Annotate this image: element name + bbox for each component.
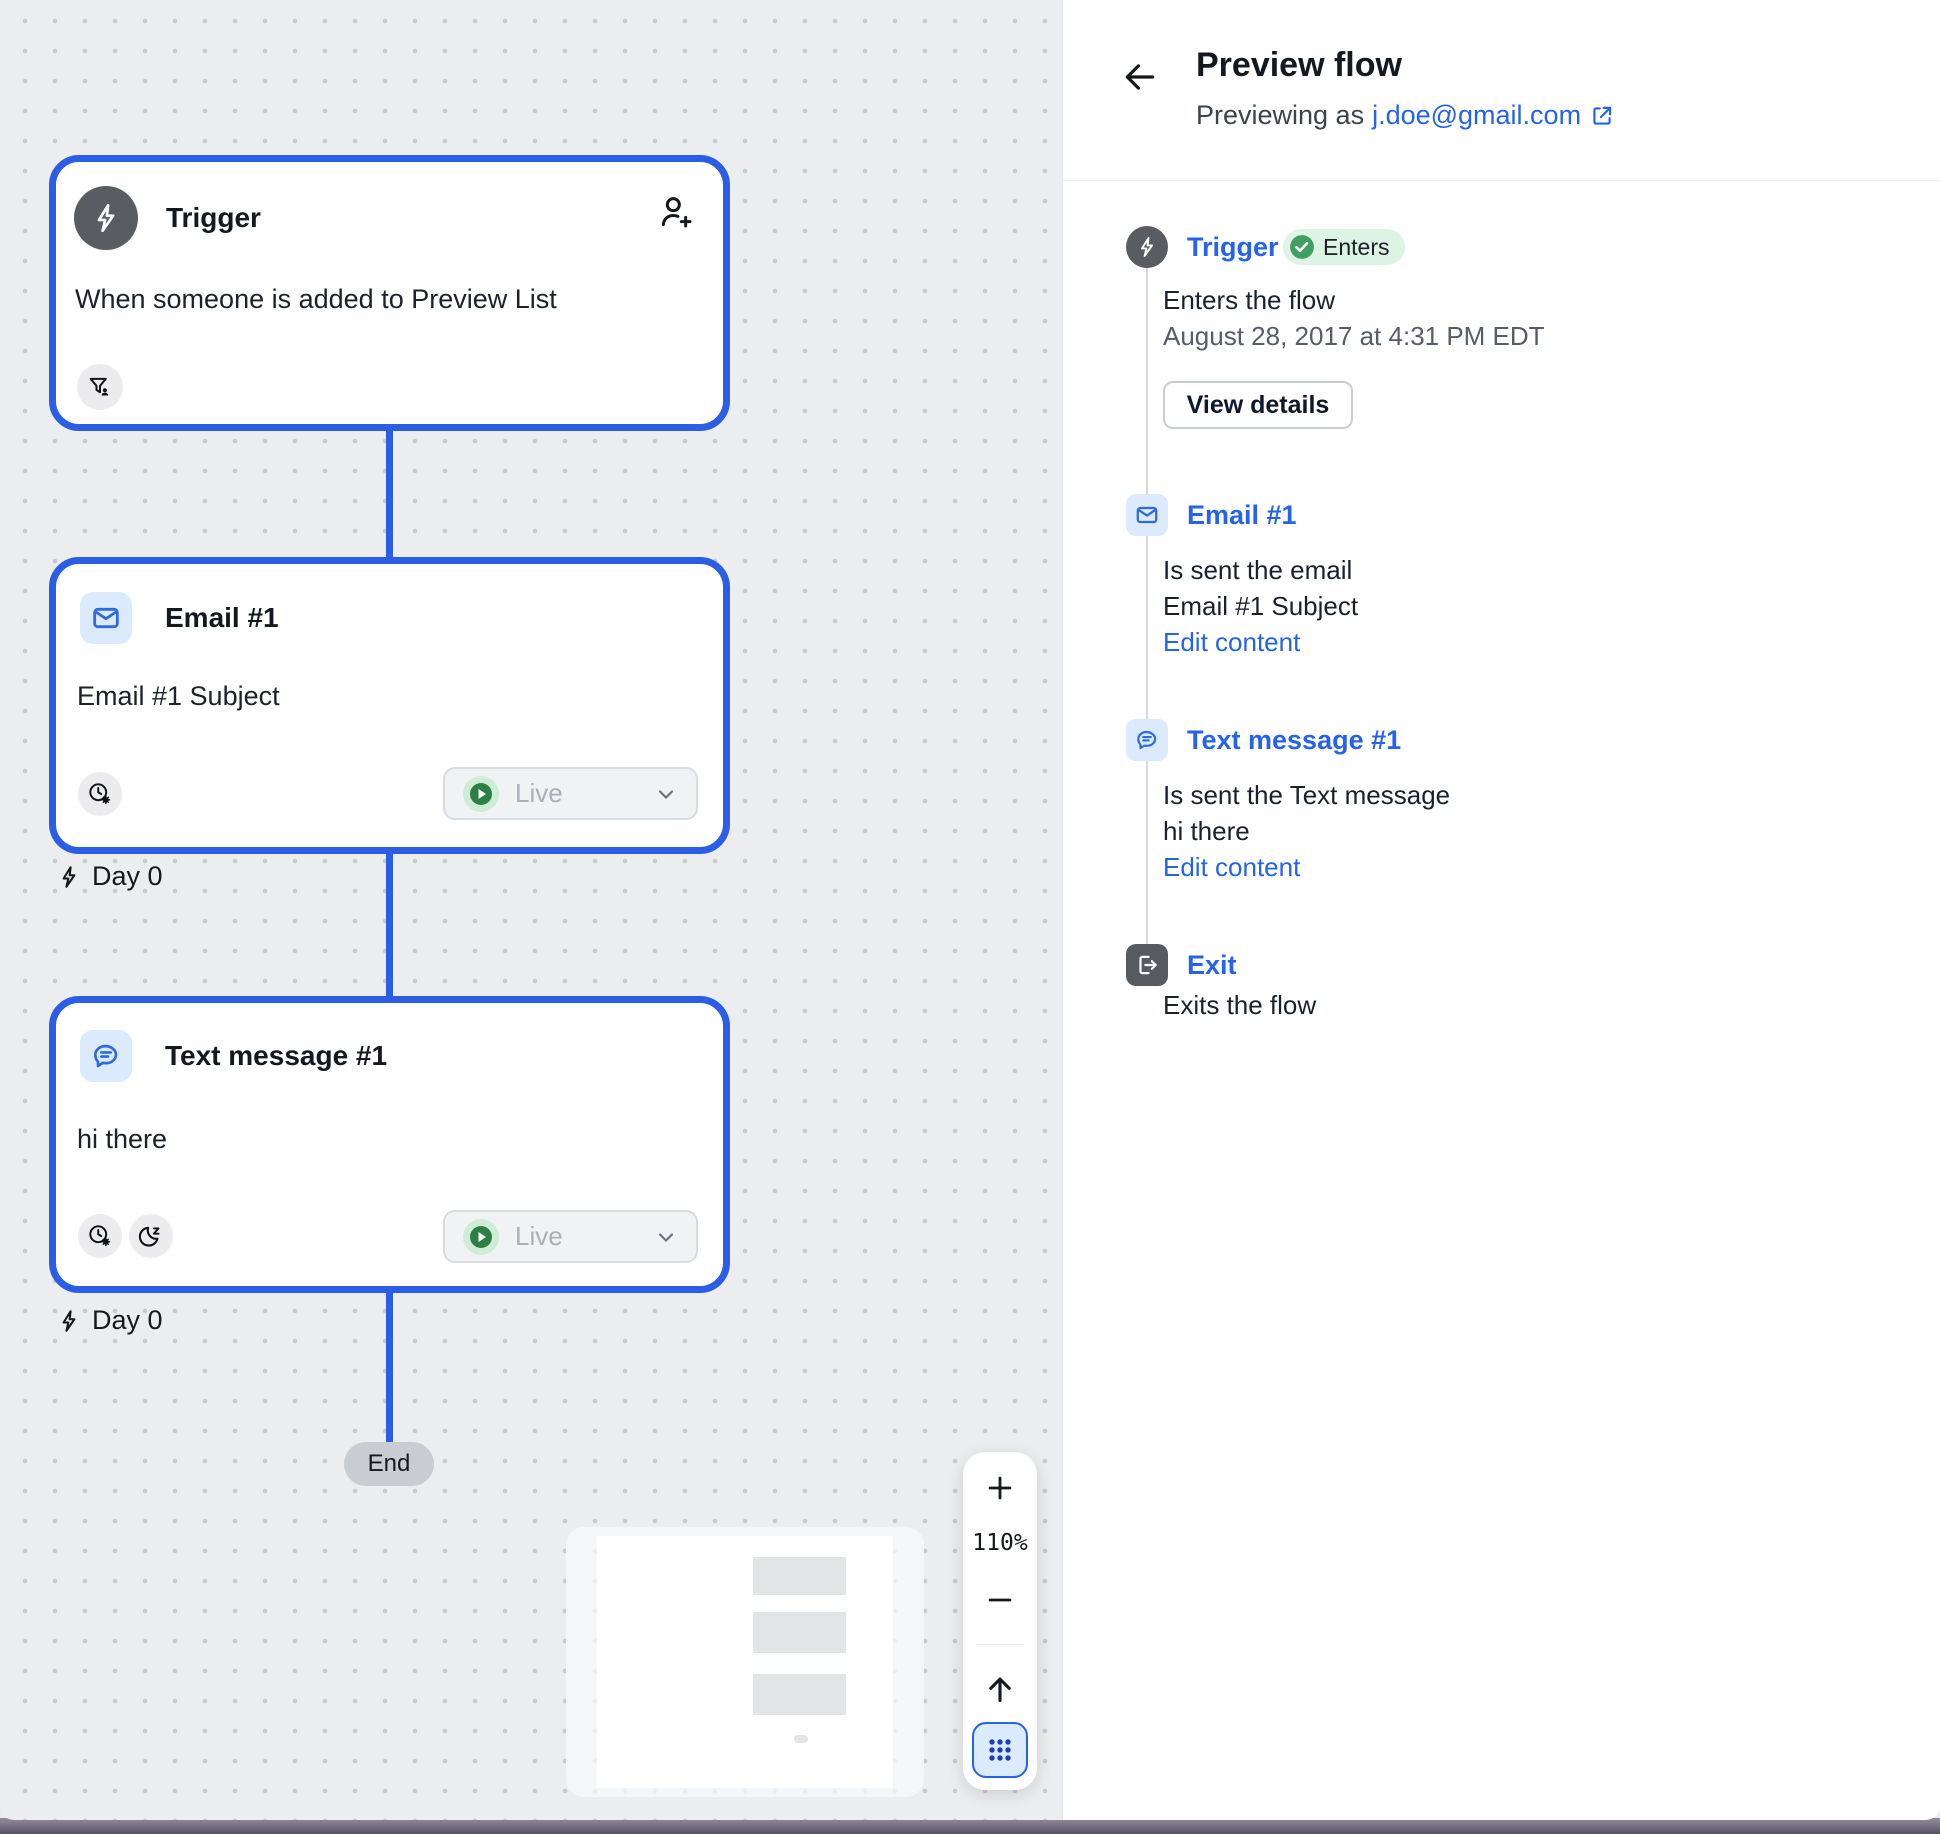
sms-message-text: hi there xyxy=(1163,816,1250,847)
envelope-icon xyxy=(1126,494,1168,536)
trigger-node-title: Trigger xyxy=(166,186,261,250)
zoom-in-button[interactable] xyxy=(963,1466,1037,1510)
email-status-dropdown[interactable]: Live xyxy=(443,767,698,820)
chevron-down-icon xyxy=(654,782,678,806)
connector-email-sms xyxy=(386,850,393,1000)
moon-z-icon xyxy=(129,1214,173,1258)
trigger-event-text: Enters the flow xyxy=(1163,285,1335,316)
person-plus-icon[interactable] xyxy=(655,192,695,237)
timeline-connector-line xyxy=(1146,268,1148,946)
timeline-trigger-title[interactable]: Trigger xyxy=(1187,232,1279,263)
minimap-node xyxy=(753,1674,846,1715)
canvas-minimap[interactable] xyxy=(566,1527,924,1797)
email-status-label: Live xyxy=(515,778,638,809)
minus-icon xyxy=(983,1583,1017,1617)
lightning-bolt-icon xyxy=(74,186,138,250)
zoom-toolbar: 110% xyxy=(963,1452,1037,1790)
back-button[interactable] xyxy=(1121,58,1159,101)
enters-badge-label: Enters xyxy=(1323,234,1389,261)
sms-status-dropdown[interactable]: Live xyxy=(443,1210,698,1263)
toolbar-divider xyxy=(977,1644,1023,1645)
clock-gear-icon xyxy=(78,772,122,816)
trigger-timestamp: August 28, 2017 at 4:31 PM EDT xyxy=(1163,321,1545,352)
minimap-node xyxy=(753,1612,846,1653)
sms-edit-content-link[interactable]: Edit content xyxy=(1163,852,1300,883)
play-circle-icon xyxy=(463,1219,499,1255)
email-node-title: Email #1 xyxy=(165,592,279,644)
timeline-exit-title[interactable]: Exit xyxy=(1187,950,1237,981)
window-bottom-edge xyxy=(0,1818,1940,1834)
connector-sms-end xyxy=(386,1289,393,1445)
email-subject-text: Email #1 Subject xyxy=(1163,591,1358,622)
envelope-icon xyxy=(80,592,132,644)
email-node-subject: Email #1 Subject xyxy=(77,681,280,712)
timeline-sms-title[interactable]: Text message #1 xyxy=(1187,725,1401,756)
email-day-label: Day 0 xyxy=(56,861,163,892)
trigger-node-description: When someone is added to Preview List xyxy=(75,284,557,315)
email-edit-content-link[interactable]: Edit content xyxy=(1163,627,1300,658)
sms-node[interactable]: Text message #1 hi there Live xyxy=(49,996,730,1293)
lightning-bolt-icon xyxy=(56,864,82,890)
view-details-button[interactable]: View details xyxy=(1163,381,1353,429)
play-circle-icon xyxy=(463,776,499,812)
check-circle-icon xyxy=(1289,234,1315,260)
preview-flow-panel: Preview flow Previewing as j.doe@gmail.c… xyxy=(1062,0,1940,1820)
app-window: Trigger When someone is added to Preview… xyxy=(0,0,1940,1834)
lightning-bolt-icon xyxy=(56,1308,82,1334)
funnel-person-icon[interactable] xyxy=(77,364,123,410)
grid-view-button[interactable] xyxy=(972,1722,1028,1778)
arrow-up-icon xyxy=(983,1672,1017,1706)
panel-header: Preview flow Previewing as j.doe@gmail.c… xyxy=(1063,0,1940,181)
minimap-viewport[interactable] xyxy=(597,1536,893,1788)
zoom-level-label: 110% xyxy=(963,1530,1037,1556)
minimap-end-marker xyxy=(794,1735,808,1743)
panel-title: Preview flow xyxy=(1196,46,1402,85)
chat-bubble-icon xyxy=(1126,719,1168,761)
sms-node-title: Text message #1 xyxy=(165,1030,387,1082)
flow-canvas[interactable]: Trigger When someone is added to Preview… xyxy=(0,0,1062,1820)
plus-icon xyxy=(983,1471,1017,1505)
dot-grid-icon xyxy=(985,1735,1015,1765)
preview-email-link[interactable]: j.doe@gmail.com xyxy=(1372,100,1581,131)
zoom-out-button[interactable] xyxy=(963,1578,1037,1622)
arrow-left-icon xyxy=(1121,58,1159,96)
sms-node-message: hi there xyxy=(77,1124,167,1155)
email-event-text: Is sent the email xyxy=(1163,555,1352,586)
sms-status-label: Live xyxy=(515,1221,638,1252)
sms-day-label: Day 0 xyxy=(56,1305,163,1336)
timeline-email-title[interactable]: Email #1 xyxy=(1187,500,1297,531)
chevron-down-icon xyxy=(654,1225,678,1249)
trigger-node[interactable]: Trigger When someone is added to Preview… xyxy=(49,155,730,431)
flow-end-marker: End xyxy=(344,1442,434,1486)
external-link-icon[interactable] xyxy=(1589,103,1615,129)
recenter-button[interactable] xyxy=(963,1667,1037,1711)
sign-out-icon xyxy=(1126,944,1168,986)
chat-bubble-icon xyxy=(80,1030,132,1082)
lightning-bolt-icon xyxy=(1126,226,1168,268)
connector-trigger-email xyxy=(386,426,393,562)
enters-badge: Enters xyxy=(1283,229,1405,265)
clock-gear-icon xyxy=(78,1214,122,1258)
sms-event-text: Is sent the Text message xyxy=(1163,780,1450,811)
exit-event-text: Exits the flow xyxy=(1163,990,1316,1021)
minimap-node xyxy=(753,1557,846,1595)
previewing-as: Previewing as j.doe@gmail.com xyxy=(1196,100,1615,131)
email-node[interactable]: Email #1 Email #1 Subject Live xyxy=(49,557,730,854)
previewing-as-prefix: Previewing as xyxy=(1196,100,1364,131)
